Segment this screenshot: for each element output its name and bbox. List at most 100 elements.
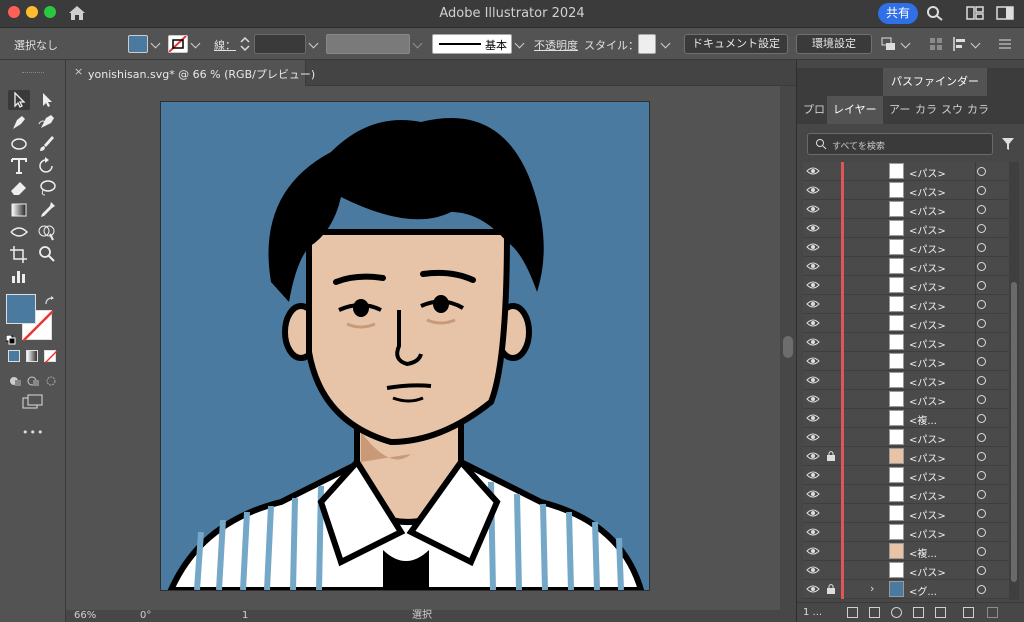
layer-target-icon[interactable] [977, 281, 986, 290]
stroke-dropdown-chevron-icon[interactable] [190, 38, 201, 49]
layer-target-icon[interactable] [977, 186, 986, 195]
lock-toggle[interactable] [825, 564, 837, 576]
layer-name[interactable]: <パス> [909, 564, 946, 579]
lock-toggle[interactable] [825, 431, 837, 443]
arrange-documents-icon[interactable] [966, 5, 984, 21]
canvas-area[interactable] [66, 86, 780, 610]
export-icon[interactable] [847, 607, 858, 618]
layers-search-input[interactable]: すべてを検索 [807, 133, 993, 155]
layer-name[interactable]: <パス> [909, 184, 946, 199]
layer-target-icon[interactable] [977, 300, 986, 309]
layer-row[interactable]: <パス> [803, 238, 1009, 257]
rotation-value[interactable]: 0° [140, 610, 151, 622]
layer-name[interactable]: <パス> [909, 507, 946, 522]
share-button[interactable]: 共有 [878, 3, 918, 24]
layer-name[interactable]: <パス> [909, 317, 946, 332]
layer-row[interactable]: <パス> [803, 371, 1009, 390]
lock-toggle[interactable] [825, 374, 837, 386]
lock-toggle[interactable] [825, 545, 837, 557]
layer-row[interactable]: <パス> [803, 219, 1009, 238]
tab-pathfinder[interactable]: パスファインダー [883, 68, 987, 96]
variable-width-chevron-icon[interactable] [412, 38, 423, 49]
layer-row[interactable]: <パス> [803, 333, 1009, 352]
layer-target-icon[interactable] [977, 585, 986, 594]
document-setup-button[interactable]: ドキュメント設定 [684, 34, 788, 54]
visibility-eye-icon[interactable] [806, 413, 820, 423]
layer-row[interactable]: <パス> [803, 390, 1009, 409]
layer-target-icon[interactable] [977, 414, 986, 423]
layer-name[interactable]: <パス> [909, 222, 946, 237]
draw-behind-icon[interactable] [26, 372, 40, 386]
artboard-tool-icon[interactable] [8, 244, 30, 264]
layer-target-icon[interactable] [977, 490, 986, 499]
lock-toggle[interactable] [825, 165, 837, 177]
stroke-weight-input[interactable] [254, 34, 306, 54]
lock-toggle[interactable] [825, 222, 837, 234]
visibility-eye-icon[interactable] [806, 546, 820, 556]
opacity-label[interactable]: 不透明度 [534, 37, 578, 53]
workspace-switcher-icon[interactable] [996, 5, 1014, 21]
selection-tool-icon[interactable] [8, 90, 30, 110]
layer-name[interactable]: <パス> [909, 431, 946, 446]
layer-name[interactable]: <パス> [909, 488, 946, 503]
lock-toggle[interactable] [825, 336, 837, 348]
color-mode-icon[interactable] [8, 350, 20, 362]
lock-toggle[interactable] [825, 184, 837, 196]
layer-target-icon[interactable] [977, 243, 986, 252]
gradient-mode-icon[interactable] [26, 350, 38, 362]
layer-target-icon[interactable] [977, 471, 986, 480]
layers-scroll-thumb[interactable] [1011, 282, 1017, 582]
stroke-weight-chevron-icon[interactable] [308, 38, 319, 49]
search-layers-icon[interactable] [891, 607, 902, 618]
visibility-eye-icon[interactable] [806, 356, 820, 366]
arrange-icon[interactable] [880, 36, 898, 52]
variable-width-profile[interactable] [326, 34, 410, 54]
delete-layer-icon[interactable] [987, 607, 998, 618]
expand-arrow-icon[interactable]: › [870, 582, 874, 595]
layer-row[interactable]: <パス> [803, 466, 1009, 485]
visibility-eye-icon[interactable] [806, 527, 820, 537]
layer-name[interactable]: <パス> [909, 260, 946, 275]
lasso-tool-icon[interactable] [36, 178, 58, 198]
gradient-tool-icon[interactable] [8, 200, 30, 220]
visibility-eye-icon[interactable] [806, 299, 820, 309]
eraser-tool-icon[interactable] [8, 178, 30, 198]
layer-target-icon[interactable] [977, 167, 986, 176]
stroke-weight-stepper[interactable] [238, 34, 252, 54]
visibility-eye-icon[interactable] [806, 280, 820, 290]
paintbrush-tool-icon[interactable] [36, 134, 58, 154]
artboard[interactable] [161, 102, 649, 590]
visibility-eye-icon[interactable] [806, 318, 820, 328]
tab-artboards[interactable]: アー [889, 96, 910, 124]
lock-toggle[interactable] [825, 279, 837, 291]
layer-row[interactable]: <パス> [803, 257, 1009, 276]
visibility-eye-icon[interactable] [806, 204, 820, 214]
layer-target-icon[interactable] [977, 452, 986, 461]
layer-row[interactable]: <パス> [803, 181, 1009, 200]
tab-color[interactable]: カラ [915, 96, 937, 124]
more-tools-button[interactable]: ••• [22, 426, 44, 439]
preferences-button[interactable]: 環境設定 [796, 34, 872, 54]
layer-row[interactable]: <パス> [803, 504, 1009, 523]
lock-toggle[interactable] [825, 526, 837, 538]
lock-icon[interactable] [825, 583, 837, 595]
ellipse-tool-icon[interactable] [8, 134, 30, 154]
none-mode-icon[interactable] [44, 350, 57, 363]
tab-properties[interactable]: プロ [803, 96, 825, 124]
layer-row[interactable]: <パス> [803, 162, 1009, 181]
close-document-icon[interactable]: × [74, 65, 83, 78]
visibility-eye-icon[interactable] [806, 432, 820, 442]
visibility-eye-icon[interactable] [806, 337, 820, 347]
layer-row[interactable]: <パス> [803, 276, 1009, 295]
new-layer-icon[interactable] [963, 607, 974, 618]
lock-toggle[interactable] [825, 241, 837, 253]
search-icon[interactable] [926, 5, 944, 21]
draw-inside-icon[interactable] [44, 372, 58, 386]
locate-object-icon[interactable] [869, 607, 880, 618]
visibility-eye-icon[interactable] [806, 508, 820, 518]
rotate-tool-icon[interactable] [36, 156, 58, 176]
layer-name[interactable]: <パス> [909, 450, 946, 465]
visibility-eye-icon[interactable] [806, 261, 820, 271]
fill-dropdown-chevron-icon[interactable] [150, 38, 161, 49]
canvas-scroll-thumb[interactable] [783, 336, 793, 358]
